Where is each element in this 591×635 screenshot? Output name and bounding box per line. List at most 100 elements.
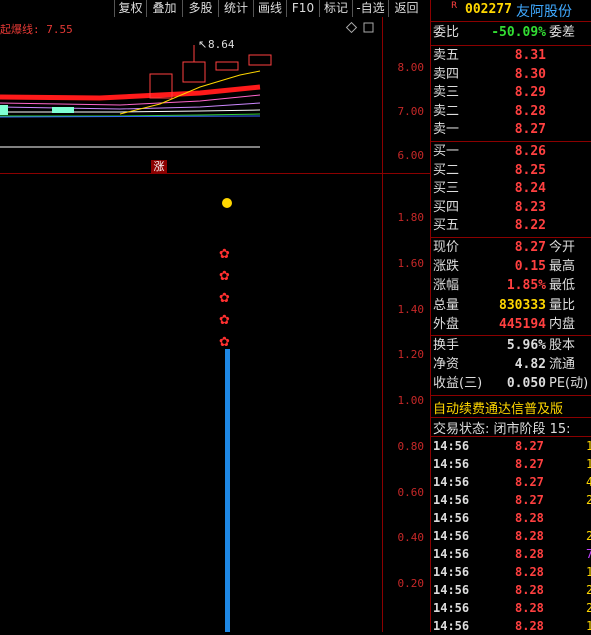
divider — [431, 141, 591, 142]
trade-price: 8.28 — [515, 565, 544, 579]
ask-row-label: 卖一 — [433, 122, 460, 138]
fund-row-value: 4.82 — [514, 357, 546, 372]
ytick-lower: 0.20 — [397, 577, 425, 590]
toolbar-button[interactable]: 多股 — [182, 0, 218, 17]
trade-row: 14:56 8.28 7 — [431, 545, 591, 563]
divider — [431, 335, 591, 336]
fund-row-extra: 流通 — [549, 357, 576, 372]
square-icon — [363, 22, 374, 33]
trade-row: 14:56 8.28 1 — [431, 563, 591, 581]
bid-row-label: 买三 — [433, 181, 460, 197]
butterfly-icon: ✿ — [219, 313, 230, 328]
trade-row: 14:56 8.27 1 — [431, 437, 591, 455]
trade-row: 14:56 8.27 4 — [431, 473, 591, 491]
toolbar-button[interactable]: 返回 — [388, 0, 424, 17]
divider — [431, 395, 591, 396]
trade-price: 8.28 — [515, 601, 544, 615]
stock-badge: R — [451, 1, 458, 11]
toolbar-button[interactable]: 统计 — [218, 0, 253, 17]
quote-row-label: 现价 — [433, 240, 460, 255]
quote-row: 总量 830333 量比 — [431, 297, 591, 315]
quote-row: 涨跌 0.15 最高 — [431, 258, 591, 276]
quote-row-value: 445194 — [499, 316, 546, 332]
trade-volume: 2 — [586, 601, 591, 615]
ytick-lower: 1.00 — [397, 394, 425, 407]
trade-price: 8.27 — [515, 475, 544, 489]
zhang-badge: 涨 — [151, 160, 167, 174]
quote-row-label: 外盘 — [433, 316, 460, 332]
toolbar-button[interactable]: 叠加 — [146, 0, 182, 17]
toolbar-button[interactable]: F10 — [286, 0, 319, 17]
bid-row-value: 8.25 — [514, 162, 546, 178]
candle — [0, 105, 8, 115]
trade-time: 14:56 — [433, 457, 470, 471]
ytick-upper: 7.00 — [397, 105, 425, 118]
trade-row: 14:56 8.28 1 — [431, 617, 591, 635]
trade-volume: 2 — [586, 529, 591, 543]
ytick-upper: 8.00 — [397, 61, 425, 74]
fund-row-value: 0.050 — [506, 376, 546, 391]
trade-price: 8.28 — [515, 529, 544, 543]
divider — [431, 21, 591, 22]
trade-price: 8.28 — [515, 547, 544, 561]
toolbar-button[interactable]: 复权 — [114, 0, 146, 17]
quote-row: 外盘 445194 内盘 — [431, 316, 591, 334]
ytick-lower: 1.60 — [397, 257, 425, 270]
promo-link[interactable]: 自动续费通达信普及版 — [433, 398, 563, 417]
fund-row-label: 换手 — [433, 338, 460, 353]
indicator-svg[interactable]: ✿ ✿ ✿ ✿ ✿ — [0, 174, 382, 632]
ask-row: 卖三 8.29 — [431, 84, 591, 102]
trade-time: 14:56 — [433, 529, 470, 543]
trade-price: 8.27 — [515, 439, 544, 453]
fund-row-label: 净资 — [433, 357, 460, 372]
stock-code: 002277 — [465, 2, 512, 17]
ask-row-value: 8.27 — [514, 122, 546, 138]
bid-row-label: 买二 — [433, 162, 460, 178]
kline-chart-pane[interactable]: 起爆线: 7.55 ↖ 8.64 涨 8.00 7.00 6.00 ✿ ✿ ✿ … — [0, 17, 430, 632]
trade-volume: 1 — [586, 619, 591, 633]
trade-volume: 2 — [586, 583, 591, 597]
toolbar-button[interactable]: 标记 — [319, 0, 352, 17]
ask-row-label: 卖四 — [433, 66, 460, 82]
ask-row-value: 8.31 — [514, 48, 546, 63]
toolbar-button[interactable]: -自选 — [352, 0, 388, 17]
quote-row-extra: 最低 — [549, 278, 576, 294]
quote-row-label: 涨幅 — [433, 278, 460, 294]
butterfly-icon: ✿ — [219, 335, 230, 350]
ytick-lower: 0.40 — [397, 531, 425, 544]
trade-time: 14:56 — [433, 565, 470, 579]
y-axis-line — [382, 17, 383, 632]
fund-row-value: 5.96% — [506, 338, 546, 353]
toolbar-button[interactable]: 画线 — [253, 0, 286, 17]
trade-time: 14:56 — [433, 511, 470, 525]
divider — [431, 45, 591, 46]
candle — [248, 54, 272, 66]
butterfly-icon: ✿ — [219, 291, 230, 306]
ytick-lower: 1.80 — [397, 211, 425, 224]
ask-row: 卖四 8.30 — [431, 66, 591, 84]
trade-time: 14:56 — [433, 619, 470, 633]
ask-row-label: 卖三 — [433, 85, 460, 101]
fund-row-extra: 股本 — [549, 338, 576, 353]
quote-row: 现价 8.27 今开 — [431, 239, 591, 257]
bid-row: 买二 8.25 — [431, 162, 591, 180]
ask-row: 卖二 8.28 — [431, 103, 591, 121]
trade-volume: 1 — [586, 457, 591, 471]
quote-row: 涨幅 1.85% 最低 — [431, 277, 591, 295]
butterfly-icon: ✿ — [219, 269, 230, 284]
trade-price: 8.27 — [515, 457, 544, 471]
kline-svg[interactable]: ↖ — [0, 17, 382, 173]
quote-panel: R 002277 友阿股份 委比 -50.09% 委差 卖五 8.31 卖四 8.30… — [430, 0, 591, 635]
ytick-lower: 0.60 — [397, 486, 425, 499]
trade-time: 14:56 — [433, 601, 470, 615]
bid-row: 买四 8.23 — [431, 199, 591, 217]
quote-row-extra: 今开 — [549, 240, 576, 255]
ask-row: 卖一 8.27 — [431, 121, 591, 139]
trade-row: 14:56 8.27 1 — [431, 455, 591, 473]
divider — [431, 237, 591, 238]
high-marker-arrow: ↖ — [198, 38, 207, 51]
trade-price: 8.27 — [515, 493, 544, 507]
quote-row-extra: 内盘 — [549, 316, 576, 332]
weibi-row: 委比 -50.09% 委差 — [431, 24, 591, 42]
trade-volume: 1 — [586, 565, 591, 579]
